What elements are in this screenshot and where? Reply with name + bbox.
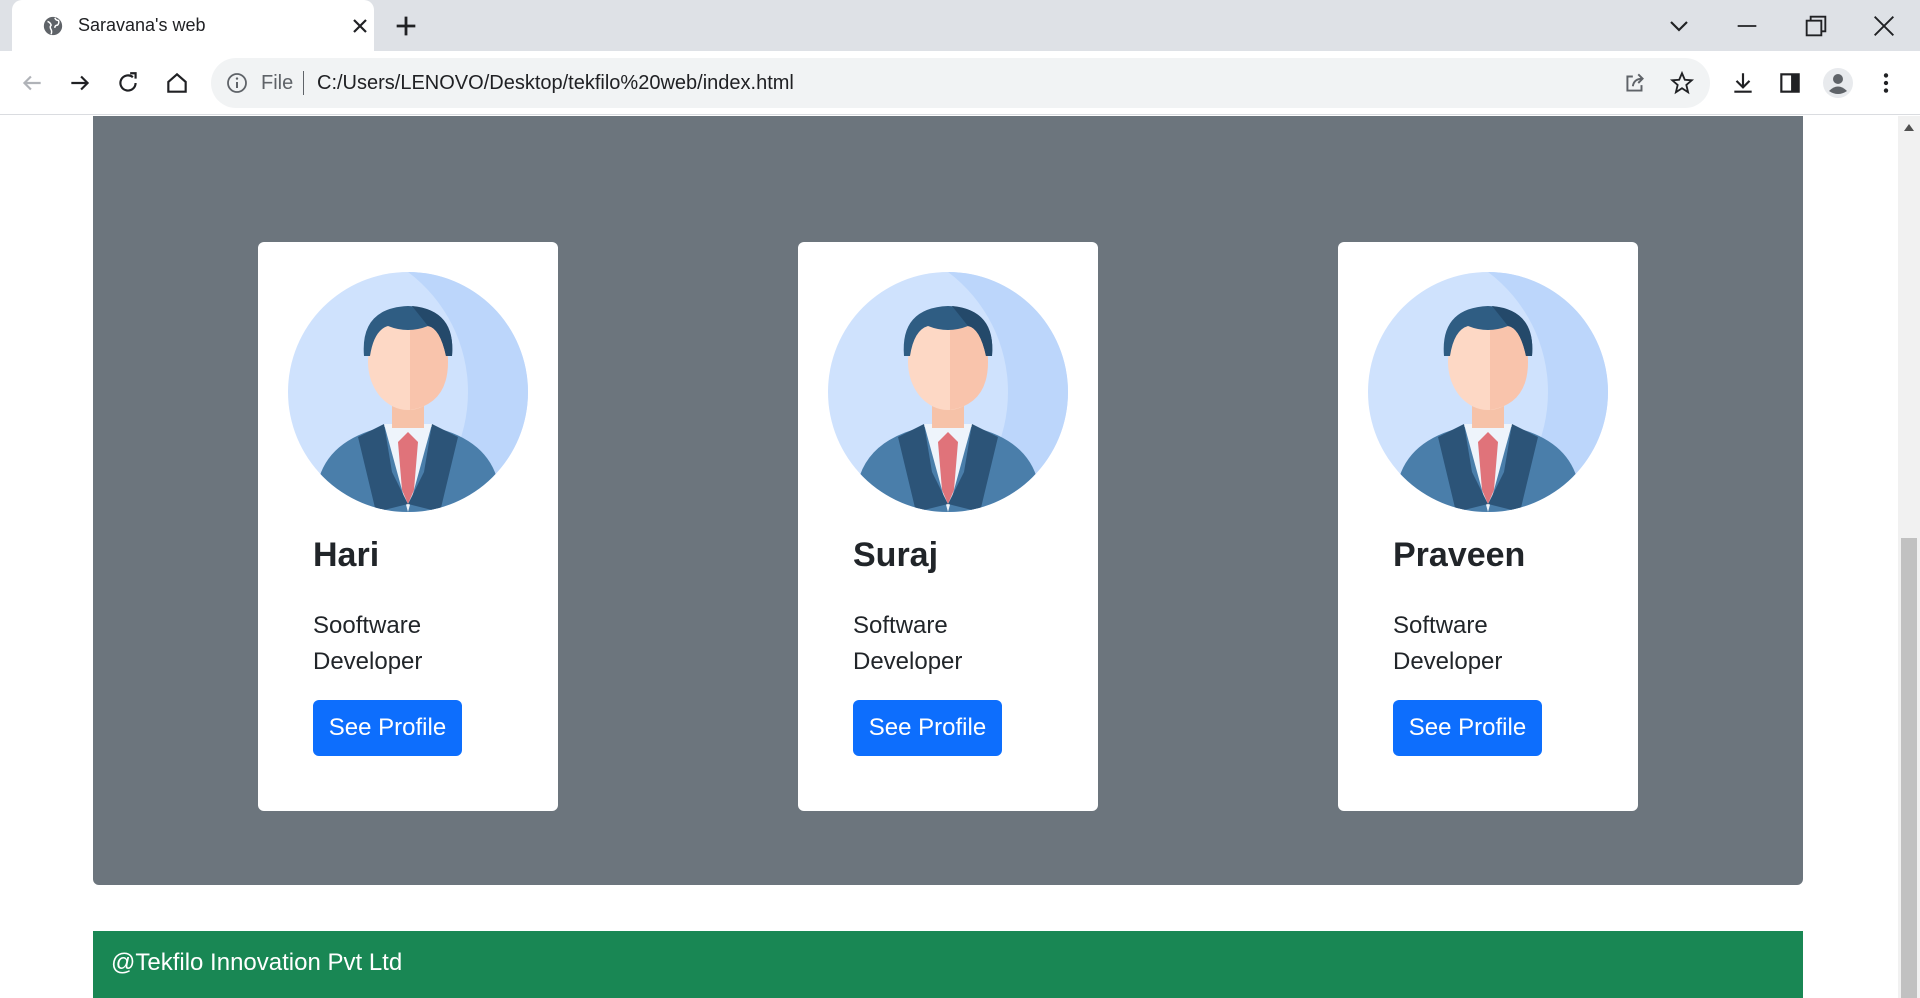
avatar-icon — [828, 272, 1068, 512]
member-name: Praveen — [1393, 536, 1526, 574]
reload-button[interactable] — [111, 66, 145, 100]
scroll-up-arrow-icon[interactable] — [1904, 124, 1914, 131]
browser-tab[interactable]: Saravana's web — [12, 0, 374, 51]
forward-button[interactable] — [63, 66, 97, 100]
profile-button[interactable] — [1822, 67, 1854, 99]
tab-strip: Saravana's web — [0, 0, 1920, 51]
back-button[interactable] — [15, 66, 49, 100]
close-tab-icon[interactable] — [348, 14, 372, 38]
reload-icon — [119, 72, 137, 92]
side-panel-button[interactable] — [1774, 67, 1806, 99]
tab-title: Saravana's web — [78, 15, 206, 35]
browser-toolbar: File C:/Users/LENOVO/Desktop/tekfilo%20w… — [0, 51, 1920, 115]
restore-icon[interactable] — [1800, 10, 1832, 42]
home-button[interactable] — [160, 66, 194, 100]
team-card: Praveen Software Developer See Profile — [1338, 242, 1638, 811]
team-section: Hari Sooftware Developer See Profile Sur… — [93, 116, 1803, 885]
scroll-thumb[interactable] — [1901, 538, 1917, 998]
member-role: Software Developer — [853, 612, 963, 675]
member-name: Hari — [313, 536, 380, 574]
menu-button[interactable] — [1870, 67, 1902, 99]
share-icon[interactable] — [1622, 70, 1648, 96]
new-tab-icon[interactable] — [392, 12, 420, 40]
address-separator — [303, 71, 304, 95]
profile-icon — [1823, 68, 1853, 98]
download-icon — [1734, 73, 1752, 93]
back-arrow-icon — [22, 75, 41, 91]
side-panel-icon — [1780, 73, 1800, 93]
scheme-label: File — [261, 72, 294, 94]
address-bar[interactable]: File C:/Users/LENOVO/Desktop/tekfilo%20w… — [211, 58, 1710, 108]
see-profile-button[interactable]: See Profile — [853, 700, 1002, 756]
avatar-icon — [288, 272, 528, 512]
member-role: Software Developer — [1393, 612, 1503, 675]
member-name: Suraj — [853, 536, 939, 574]
close-window-icon[interactable] — [1868, 10, 1900, 42]
team-card: Hari Sooftware Developer See Profile — [258, 242, 558, 811]
footer-copyright: @Tekfilo Innovation Pvt Ltd — [111, 949, 403, 976]
site-info-icon[interactable] — [225, 71, 249, 95]
download-button[interactable] — [1727, 67, 1759, 99]
url-text[interactable]: C:/Users/LENOVO/Desktop/tekfilo%20web/in… — [317, 72, 794, 95]
home-icon — [167, 72, 187, 93]
tab-search-icon[interactable] — [1663, 10, 1695, 42]
team-card: Suraj Software Developer See Profile — [798, 242, 1098, 811]
page-footer: @Tekfilo Innovation Pvt Ltd — [93, 931, 1803, 998]
globe-icon — [43, 16, 63, 36]
member-role: Sooftware Developer — [313, 612, 423, 675]
see-profile-button[interactable]: See Profile — [313, 700, 462, 756]
star-icon[interactable] — [1669, 70, 1695, 96]
see-profile-button[interactable]: See Profile — [1393, 700, 1542, 756]
kebab-menu-icon — [1883, 73, 1889, 93]
forward-arrow-icon — [71, 75, 90, 91]
page-viewport: Hari Sooftware Developer See Profile Sur… — [0, 116, 1898, 998]
avatar-icon — [1368, 272, 1608, 512]
vertical-scrollbar[interactable] — [1898, 116, 1920, 998]
minimize-icon[interactable] — [1731, 10, 1763, 42]
